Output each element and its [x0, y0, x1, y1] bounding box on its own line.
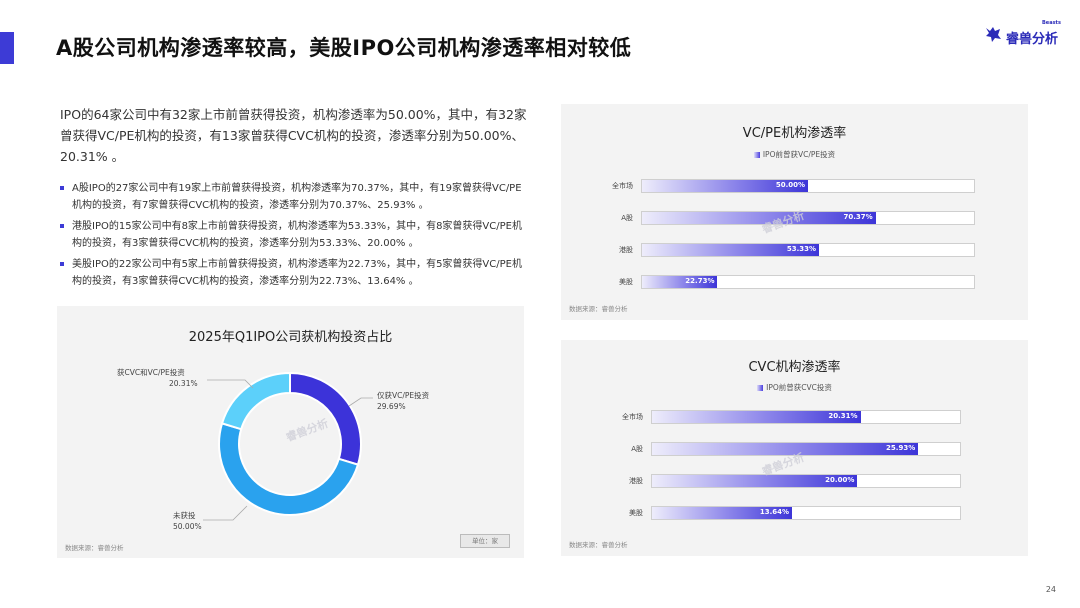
vcpe-row-all-market: 全市场 50.00% — [561, 179, 1028, 193]
page-number: 24 — [1045, 585, 1056, 594]
vcpe-bar: 50.00% — [642, 180, 808, 192]
page-title: A股公司机构渗透率较高，美股IPO公司机构渗透率相对较低 — [56, 36, 632, 60]
vcpe-bar-track: 70.37% — [641, 211, 975, 225]
pie-label-vcpe-name: 仅获VC/PE投资 — [377, 391, 430, 400]
cvc-bar-track: 20.00% — [651, 474, 961, 488]
cvc-legend: IPO前曾获CVC投资 — [561, 382, 1028, 393]
brand-logo: Beasts 睿兽分析 — [984, 20, 1064, 48]
cvc-value-label: 13.64% — [759, 508, 790, 516]
vcpe-category-label: 全市场 — [612, 182, 633, 190]
title-accent-bar — [0, 32, 14, 64]
bullet-us-share: 美股IPO的22家公司中有5家上市前曾获得投资，机构渗透率为22.73%，其中，… — [60, 256, 530, 290]
bullet-hk-share: 港股IPO的15家公司中有8家上市前曾获得投资，机构渗透率为53.33%，其中，… — [60, 218, 530, 252]
cvc-row-us-share: 美股 13.64% — [561, 506, 1028, 520]
cvc-bar-track: 20.31% — [651, 410, 961, 424]
cvc-category-label: 港股 — [629, 477, 643, 485]
pie-label-cvc-value: 20.31% — [169, 379, 198, 388]
cvc-bar-track: 25.93% — [651, 442, 961, 456]
vcpe-value-label: 22.73% — [685, 277, 715, 285]
vcpe-value-label: 70.37% — [843, 213, 873, 221]
cvc-value-label: 20.00% — [825, 476, 855, 484]
vcpe-bar-track: 53.33% — [641, 243, 975, 257]
pie-label-vcpe-value: 29.69% — [377, 402, 406, 411]
cvc-bar: 13.64% — [652, 507, 793, 519]
cvc-legend-label: IPO前曾获CVC投资 — [766, 383, 832, 392]
logo-text: 睿兽分析 — [1006, 32, 1059, 47]
unit-button[interactable]: 单位：家 — [460, 534, 510, 548]
vcpe-category-label: 美股 — [619, 278, 633, 286]
vcpe-source: 数据来源：睿兽分析 — [569, 305, 628, 313]
cvc-category-label: A股 — [631, 445, 643, 453]
vcpe-bar: 22.73% — [642, 276, 718, 288]
vcpe-legend: IPO前曾获VC/PE投资 — [561, 149, 1028, 160]
cvc-bar: 20.31% — [652, 411, 861, 423]
cvc-category-label: 美股 — [629, 509, 643, 517]
cvc-bar: 20.00% — [652, 475, 858, 487]
pie-chart-panel: 2025年Q1IPO公司获机构投资占比 睿兽分析 获CVC和VC/PE投资 20… — [57, 306, 524, 558]
vcpe-value-label: 53.33% — [786, 245, 817, 253]
beast-logo-icon — [986, 27, 1001, 42]
cvc-value-label: 25.93% — [886, 444, 916, 452]
pie-slice-cvc-and-vcpe — [220, 371, 291, 431]
cvc-chart-panel: CVC机构渗透率 IPO前曾获CVC投资 全市场 20.31% A股 25.93% 港股… — [561, 340, 1028, 556]
cvc-bar: 25.93% — [652, 443, 919, 455]
bullet-list: A股IPO的27家公司中有19家上市前曾获得投资，机构渗透率为70.37%，其中… — [60, 180, 530, 294]
vcpe-chart-panel: VC/PE机构渗透率 IPO前曾获VC/PE投资 全市场 50.00% A股 70.3… — [561, 104, 1028, 320]
pie-leader-none — [203, 505, 248, 521]
logo-superscript: Beasts — [1042, 20, 1061, 26]
vcpe-legend-label: IPO前曾获VC/PE投资 — [762, 150, 836, 159]
pie-label-none: 未获投 50.00% — [173, 510, 202, 532]
vcpe-value-label: 50.00% — [775, 181, 805, 189]
cvc-source: 数据来源：睿兽分析 — [569, 541, 628, 549]
cvc-chart-title: CVC机构渗透率 — [748, 360, 841, 375]
vcpe-bar-track: 50.00% — [641, 179, 975, 193]
vcpe-category-label: A股 — [621, 214, 633, 222]
cvc-value-label: 20.31% — [828, 412, 858, 420]
cvc-bar-track: 13.64% — [651, 506, 961, 520]
vcpe-legend-swatch — [753, 152, 760, 158]
pie-leader-cvc — [207, 379, 254, 389]
pie-label-none-value: 50.00% — [173, 522, 202, 531]
pie-label-vcpe: 仅获VC/PE投资 29.69% — [377, 390, 429, 412]
vcpe-row-hk-share: 港股 53.33% — [561, 243, 1028, 257]
cvc-row-hk-share: 港股 20.00% — [561, 474, 1028, 488]
cvc-category-label: 全市场 — [622, 413, 643, 421]
vcpe-chart-title: VC/PE机构渗透率 — [742, 126, 847, 141]
pie-leader-vcpe — [348, 397, 373, 407]
pie-label-none-name: 未获投 — [173, 511, 196, 520]
vcpe-bar: 53.33% — [642, 244, 820, 256]
bullet-a-share: A股IPO的27家公司中有19家上市前曾获得投资，机构渗透率为70.37%，其中… — [60, 180, 530, 214]
intro-paragraph: IPO的64家公司中有32家上市前曾获得投资，机构渗透率为50.00%，其中，有… — [60, 107, 527, 164]
vcpe-row-us-share: 美股 22.73% — [561, 275, 1028, 289]
vcpe-category-label: 港股 — [619, 246, 633, 254]
pie-label-cvc-name: 获CVC和VC/PE投资 — [117, 368, 185, 377]
cvc-row-all-market: 全市场 20.31% — [561, 410, 1028, 424]
vcpe-bar-track: 22.73% — [641, 275, 975, 289]
pie-label-cvc: 获CVC和VC/PE投资 20.31% — [117, 367, 198, 389]
pie-source: 数据来源：睿兽分析 — [65, 544, 124, 552]
cvc-legend-swatch — [757, 385, 764, 391]
